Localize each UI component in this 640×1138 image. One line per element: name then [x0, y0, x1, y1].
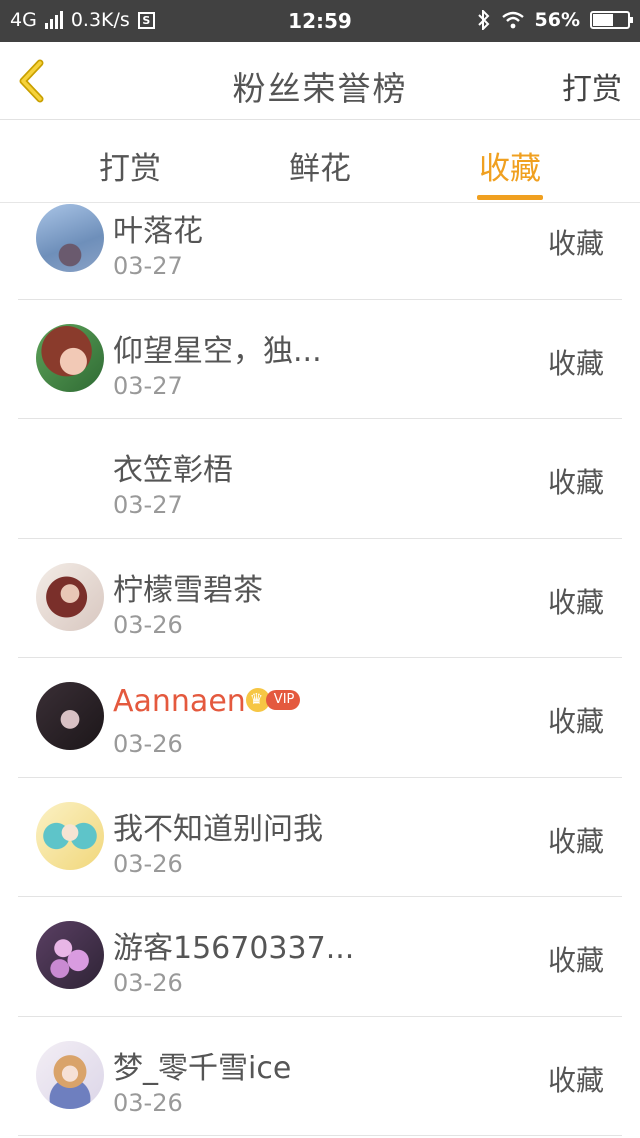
list-item[interactable]: 仰望星空，独... 03-27 收藏	[0, 300, 640, 419]
list-item[interactable]: 柠檬雪碧茶 03-26 收藏	[0, 539, 640, 658]
list-item[interactable]: 衣笠彰梧 03-27 收藏	[0, 419, 640, 539]
user-name-vip: Aannaen VIP	[113, 684, 301, 719]
reward-button[interactable]: 打赏	[562, 64, 622, 108]
status-right: 56%	[477, 9, 633, 31]
favorite-label: 收藏	[547, 824, 604, 858]
user-name: 叶落花	[113, 214, 203, 249]
battery-percent: 56%	[534, 9, 580, 31]
list-item[interactable]: 叶落花 03-27 收藏	[0, 180, 640, 300]
favorite-label: 收藏	[547, 944, 604, 977]
date: 03-26	[113, 610, 183, 639]
status-bar: 4G 0.3K/s S 12:59 56%	[0, 0, 640, 42]
user-name: Aannaen	[113, 684, 246, 719]
avatar	[36, 801, 104, 870]
favorite-label: 收藏	[547, 585, 604, 619]
user-name: 柠檬雪碧茶	[113, 572, 263, 608]
user-name: 梦_零千雪ice	[113, 1050, 292, 1086]
favorite-label: 收藏	[547, 1063, 604, 1097]
list-item[interactable]: 梦_零千雪ice 03-26 收藏	[0, 1017, 640, 1136]
avatar	[36, 323, 104, 392]
date: 03-26	[113, 730, 183, 758]
avatar	[36, 1040, 104, 1109]
date: 03-27	[113, 252, 183, 280]
user-name: 游客15670337...	[113, 931, 355, 966]
battery-icon	[590, 11, 633, 29]
divider	[18, 1135, 622, 1136]
date: 03-27	[113, 491, 183, 519]
date: 03-26	[113, 849, 183, 878]
user-name: 仰望星空，独...	[113, 333, 322, 369]
favorite-label: 收藏	[547, 227, 604, 260]
user-name: 我不知道别问我	[113, 811, 323, 847]
date: 03-26	[113, 969, 183, 997]
favorite-label: 收藏	[547, 705, 604, 738]
fan-list: 叶落花 03-27 收藏 仰望星空，独... 03-27 收藏 衣笠彰梧 03-…	[0, 180, 640, 1136]
nav-bar: 粉丝荣誉榜 打赏	[0, 42, 640, 120]
date: 03-27	[113, 371, 183, 400]
bluetooth-icon	[477, 10, 489, 30]
user-name: 衣笠彰梧	[113, 453, 233, 488]
wifi-icon	[501, 11, 524, 29]
avatar	[36, 682, 104, 750]
date: 03-26	[113, 1088, 183, 1117]
avatar	[36, 562, 104, 631]
vip-badge: VIP	[265, 689, 301, 710]
avatar	[36, 921, 104, 989]
avatar	[36, 204, 104, 272]
list-item[interactable]: 游客15670337... 03-26 收藏	[0, 897, 640, 1017]
favorite-label: 收藏	[547, 346, 604, 380]
page-title: 粉丝荣誉榜	[232, 69, 408, 108]
favorite-label: 收藏	[547, 466, 604, 499]
list-item[interactable]: Aannaen VIP 03-26 收藏	[0, 658, 640, 778]
list-item[interactable]: 我不知道别问我 03-26 收藏	[0, 778, 640, 897]
